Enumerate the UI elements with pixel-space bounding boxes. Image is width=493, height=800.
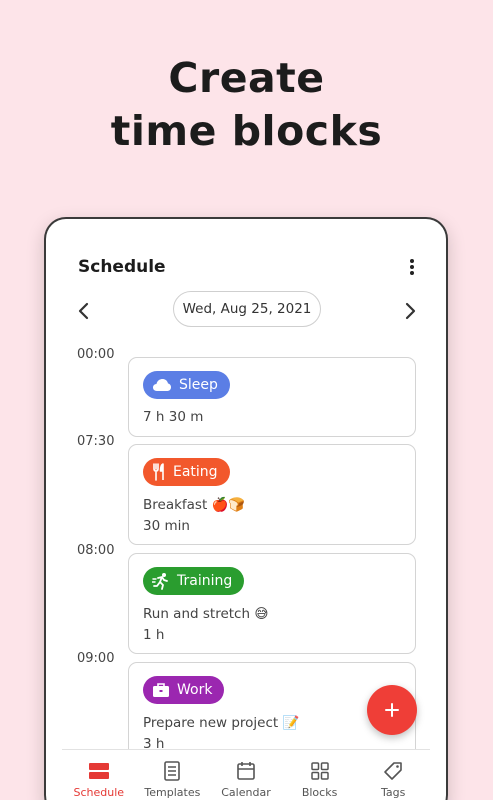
page-title: Schedule bbox=[78, 257, 166, 277]
time-label: 09:00 bbox=[77, 651, 115, 666]
calendar-icon bbox=[237, 762, 255, 780]
chevron-left-icon bbox=[78, 302, 89, 320]
block-duration: 7 h 30 m bbox=[143, 409, 204, 425]
nav-item-tags[interactable]: Tags bbox=[356, 750, 430, 800]
promo-line-1: Create bbox=[168, 54, 325, 102]
time-label: 08:00 bbox=[77, 543, 115, 558]
block-duration: 30 min bbox=[143, 518, 190, 534]
tag-label: Work bbox=[177, 682, 213, 698]
block-duration: 1 h bbox=[143, 627, 165, 643]
block-description: Breakfast 🍎🍞 bbox=[143, 497, 246, 513]
nav-label: Schedule bbox=[73, 786, 125, 799]
add-block-button[interactable] bbox=[367, 685, 417, 735]
nav-item-templates[interactable]: Templates bbox=[136, 750, 210, 800]
date-label: Wed, Aug 25, 2021 bbox=[182, 301, 312, 317]
previous-day-button[interactable] bbox=[72, 299, 96, 323]
nav-item-schedule[interactable]: Schedule bbox=[62, 750, 136, 800]
nav-item-calendar[interactable]: Calendar bbox=[209, 750, 283, 800]
block-description: Run and stretch 😅 bbox=[143, 606, 269, 622]
nav-label: Blocks bbox=[301, 786, 338, 799]
tag-label: Eating bbox=[173, 464, 218, 480]
tag-chip: Work bbox=[143, 676, 225, 704]
tag-label: Training bbox=[177, 573, 233, 589]
chevron-right-icon bbox=[405, 302, 416, 320]
block-description: Prepare new project 📝 bbox=[143, 715, 300, 731]
nav-item-blocks[interactable]: Blocks bbox=[283, 750, 357, 800]
plus-icon bbox=[385, 703, 399, 717]
promo-line-2: time blocks bbox=[110, 107, 383, 155]
nav-label: Templates bbox=[144, 786, 201, 799]
more-vert-icon bbox=[410, 259, 414, 275]
time-block-card[interactable]: Sleep 7 h 30 m bbox=[128, 357, 416, 437]
tag-icon bbox=[384, 762, 402, 780]
runner-icon bbox=[152, 573, 168, 590]
tag-chip: Sleep bbox=[143, 371, 230, 399]
briefcase-icon bbox=[153, 683, 169, 697]
date-selector[interactable]: Wed, Aug 25, 2021 bbox=[173, 291, 321, 327]
tag-chip: Eating bbox=[143, 458, 230, 486]
bottom-navigation: Schedule Templates Calendar Blocks Tags bbox=[62, 749, 430, 800]
next-day-button[interactable] bbox=[398, 299, 422, 323]
blocks-icon bbox=[310, 762, 329, 780]
tag-chip: Training bbox=[143, 567, 245, 595]
time-label: 00:00 bbox=[77, 347, 115, 362]
schedule-icon bbox=[88, 763, 109, 779]
more-options-button[interactable] bbox=[402, 255, 422, 279]
time-block-card[interactable]: Training Run and stretch 😅 1 h bbox=[128, 553, 416, 654]
nav-label: Calendar bbox=[221, 786, 271, 799]
cloud-icon bbox=[153, 379, 171, 391]
time-block-card[interactable]: Eating Breakfast 🍎🍞 30 min bbox=[128, 444, 416, 545]
phone-screen: Schedule Wed, Aug 25, 2021 00:00 07:30 0… bbox=[44, 217, 448, 800]
time-label: 07:30 bbox=[77, 434, 115, 449]
fork-knife-icon bbox=[153, 463, 164, 481]
templates-icon bbox=[164, 761, 181, 781]
tag-label: Sleep bbox=[179, 377, 218, 393]
nav-label: Tags bbox=[380, 786, 406, 799]
promo-headline: Create time blocks bbox=[0, 52, 493, 158]
